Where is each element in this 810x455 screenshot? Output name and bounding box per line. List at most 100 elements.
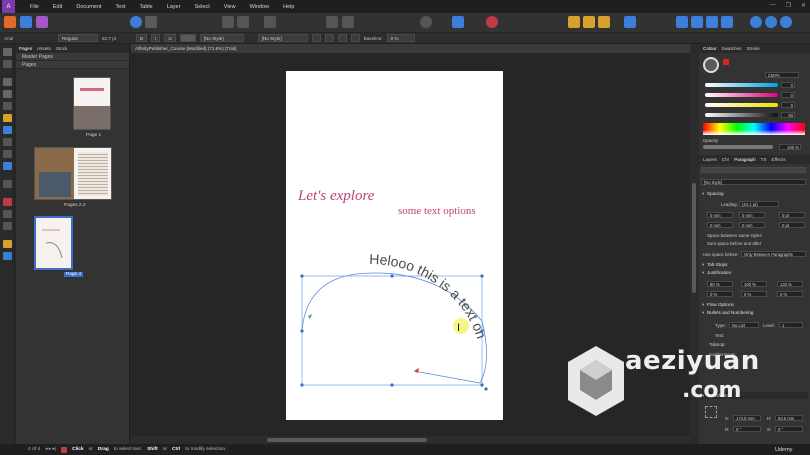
tab-text-styles[interactable]: TS <box>761 157 767 162</box>
menu-view[interactable]: View <box>217 4 243 10</box>
align-left-button[interactable] <box>311 34 321 42</box>
letter-spacing-desired-field[interactable]: 0 % <box>741 291 767 297</box>
align-center-icon[interactable] <box>676 16 688 28</box>
menu-file[interactable]: File <box>23 4 46 10</box>
yellow-slider[interactable] <box>705 103 778 107</box>
tab-colour[interactable]: Colour <box>703 46 717 51</box>
menu-window[interactable]: Window <box>243 4 277 10</box>
boolean-intersect-icon[interactable] <box>780 16 792 28</box>
level-field[interactable]: 1 <box>779 322 803 328</box>
close-icon[interactable]: ✕ <box>801 2 806 9</box>
font-size-field[interactable]: 62.7 pt <box>102 36 132 41</box>
photo-persona-icon[interactable] <box>20 16 32 28</box>
designer-persona-icon[interactable] <box>4 16 16 28</box>
crop-tool-icon[interactable] <box>3 180 12 188</box>
menu-document[interactable]: Document <box>69 4 108 10</box>
place-tool-icon[interactable] <box>3 210 12 218</box>
first-line-indent-field[interactable]: 0 mm <box>707 222 733 228</box>
magenta-value[interactable]: 0 <box>781 92 795 98</box>
distribute-icon[interactable] <box>706 16 718 28</box>
colour-picker-icon[interactable] <box>723 59 729 65</box>
text-colour-swatch[interactable] <box>179 34 196 42</box>
tab-swatches[interactable]: Swatches <box>722 46 742 51</box>
menu-select[interactable]: Select <box>187 4 216 10</box>
justify-button[interactable] <box>350 34 360 42</box>
tab-assets[interactable]: Assets <box>37 46 51 51</box>
font-family-field[interactable]: Arial <box>4 36 54 41</box>
node-tool-icon[interactable] <box>3 60 12 68</box>
spacing-section[interactable]: Spacing <box>701 190 808 197</box>
arrange-front-icon[interactable] <box>583 16 595 28</box>
pen-tool-icon[interactable] <box>3 114 12 122</box>
bullets-section[interactable]: Bullets and Numbering <box>701 309 808 316</box>
hand-tool-icon[interactable] <box>3 240 12 248</box>
tab-effects[interactable]: Effects <box>772 157 786 162</box>
menu-table[interactable]: Table <box>133 4 160 10</box>
rectangle-tool-icon[interactable] <box>3 138 12 146</box>
preflight-icon[interactable] <box>130 16 142 28</box>
vertical-scroll-thumb[interactable] <box>692 183 696 293</box>
justification-section[interactable]: Justification <box>701 269 808 276</box>
baseline-field[interactable]: 0 % <box>386 34 415 42</box>
menu-text[interactable]: Text <box>108 4 132 10</box>
handle-top-center[interactable] <box>390 274 394 278</box>
move-tool-icon[interactable] <box>3 48 12 56</box>
word-spacing-min-field[interactable]: 80 % <box>707 281 733 287</box>
tab-pages[interactable]: Pages <box>19 46 32 51</box>
arrange-back-icon[interactable] <box>568 16 580 28</box>
link-icon[interactable] <box>452 16 464 28</box>
page-thumbnail-1[interactable] <box>73 77 111 130</box>
flow-options-section[interactable]: Flow Options <box>701 301 808 308</box>
tab-stroke[interactable]: Stroke <box>746 46 759 51</box>
publisher-persona-icon[interactable] <box>36 16 48 28</box>
handle-path-end[interactable] <box>484 387 488 391</box>
tab-paragraph[interactable]: Paragraph <box>734 157 755 162</box>
list-type-select[interactable]: No List <box>729 322 759 328</box>
boolean-subtract-icon[interactable] <box>765 16 777 28</box>
horizontal-scrollbar[interactable] <box>131 436 690 444</box>
tab-character[interactable]: Chr <box>722 157 729 162</box>
handle-right-center[interactable] <box>480 329 484 333</box>
path-end-marker-icon[interactable] <box>414 368 419 373</box>
sum-space-checkbox[interactable]: Sum space before and after <box>707 241 761 246</box>
alignment-buttons-row[interactable] <box>701 167 806 173</box>
arrange-icon[interactable] <box>342 16 354 28</box>
colour-model-select[interactable]: CMYK <box>765 72 799 78</box>
preview-icon[interactable] <box>237 16 249 28</box>
flip-icon[interactable] <box>721 16 733 28</box>
menu-edit[interactable]: Edit <box>46 4 69 10</box>
indent-right-field[interactable]: 0 mm <box>739 212 765 218</box>
path-text[interactable]: Helooo this is a text on <box>369 251 490 341</box>
snap-icon[interactable] <box>326 16 338 28</box>
space-before-field[interactable]: 0 pt <box>779 212 805 218</box>
character-style-select[interactable]: [No Style] <box>199 34 244 42</box>
snapping-magnet-icon[interactable] <box>486 16 498 28</box>
frame-text-tool-icon[interactable] <box>3 78 12 86</box>
handle-top-right[interactable] <box>480 274 484 278</box>
page-thumbnail-4[interactable] <box>34 216 73 270</box>
tab-stock[interactable]: Stock <box>56 46 68 51</box>
minimize-icon[interactable]: — <box>770 2 776 9</box>
maximize-icon[interactable]: ❐ <box>786 2 791 9</box>
align-right-button[interactable] <box>337 34 347 42</box>
headline-sub-text[interactable]: some text options <box>398 205 476 217</box>
paragraph-style-field[interactable]: [No Style] <box>701 179 806 185</box>
picture-frame-tool-icon[interactable] <box>3 198 12 206</box>
key-slider[interactable] <box>705 113 778 117</box>
handle-top-left[interactable] <box>300 274 304 278</box>
preflight-warning-icon[interactable] <box>61 446 68 453</box>
view-mode-icon[interactable] <box>222 16 234 28</box>
pages-row[interactable]: Pages <box>16 61 129 69</box>
font-style-select[interactable]: Regular <box>58 34 98 42</box>
handle-bottom-center[interactable] <box>390 383 394 387</box>
use-space-before-select[interactable]: Only Between Paragraphs <box>741 251 806 257</box>
key-value[interactable]: 93 <box>781 112 795 118</box>
page-thumbnail-2-3[interactable] <box>34 147 112 200</box>
bold-button[interactable]: B <box>136 34 148 42</box>
handle-bottom-left[interactable] <box>300 383 304 387</box>
space-after-field[interactable]: 0 pt <box>779 222 805 228</box>
paragraph-style-select[interactable]: [No Style] <box>257 34 308 42</box>
indent-other-field[interactable]: 0 mm <box>739 222 765 228</box>
document-tab[interactable]: AffinityPublisher_Course [Modified] (71.… <box>131 44 690 53</box>
shape-tool-icon[interactable] <box>3 162 12 170</box>
